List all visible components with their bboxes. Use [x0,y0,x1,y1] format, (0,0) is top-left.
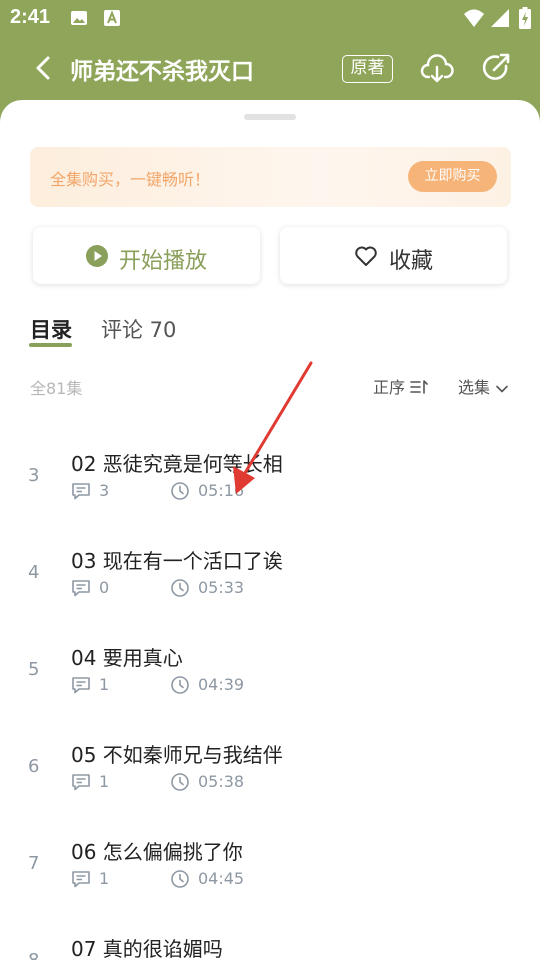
comment-count: 1 [99,675,110,694]
comment-count: 1 [99,772,110,791]
active-tab-indicator [29,343,72,347]
album-detail-sheet: 全集购买，一键畅听！ 立即购买 开始播放 收藏 目录 评论 70 全81集 正序… [0,100,540,960]
episode-title: 07 真的很谄媚吗 [71,937,223,960]
chevron-down-icon [496,385,508,393]
purchase-banner-text: 全集购买，一键畅听！ [50,170,211,189]
comment-icon [72,580,90,597]
episode-row[interactable]: 8 07 真的很谄媚吗 [0,897,540,960]
episode-index: 3 [28,465,40,486]
duration-value: 05:33 [198,578,245,597]
image-icon [71,11,87,25]
comment-icon [72,483,90,500]
episode-total: 全81集 [30,379,83,398]
battery-charging-icon [519,7,531,29]
clock-icon [171,676,189,694]
album-title: 师弟还不杀我灭口 [70,59,254,85]
episode-row[interactable]: 5 04 要用真心 1 04:39 [0,606,540,703]
clock-icon [171,773,189,791]
purchase-banner: 全集购买，一键畅听！ 立即购买 [30,147,511,207]
comment-count: 0 [99,578,110,597]
episode-title: 02 恶徒究竟是何等长相 [71,452,283,476]
episode-title: 04 要用真心 [71,646,183,670]
sort-button[interactable]: 正序 [373,374,428,397]
episode-title: 05 不如秦师兄与我结伴 [71,743,283,767]
clock-icon [171,870,189,888]
heart-icon [355,246,377,266]
comment-icon [72,677,90,694]
buy-now-button[interactable]: 立即购买 [408,161,497,192]
comment-icon [72,774,90,791]
episode-title: 03 现在有一个活口了诶 [71,549,283,573]
share-icon[interactable] [480,52,512,84]
comment-count: 1 [99,869,110,888]
back-icon[interactable] [30,54,58,82]
signal-icon [491,9,509,27]
comment-icon [72,871,90,888]
episode-row[interactable]: 7 06 怎么偏偏挑了你 1 04:45 [0,800,540,897]
duration-value: 04:45 [198,869,245,888]
wifi-icon [464,9,484,27]
episode-index: 4 [28,562,40,583]
clock-icon [171,482,189,500]
start-playing-button[interactable]: 开始播放 [33,227,260,284]
episode-index: 8 [28,950,39,960]
episode-index: 5 [28,659,40,680]
episode-row[interactable]: 4 03 现在有一个活口了诶 0 05:33 [0,509,540,606]
status-bar: 2:41 [0,0,540,36]
top-app-bar: 师弟还不杀我灭口 原著 [0,36,540,102]
duration-value: 05:38 [198,772,245,791]
sort-label: 正序 [373,378,406,397]
tab-catalog[interactable]: 目录 [30,314,72,344]
favorite-button[interactable]: 收藏 [280,227,507,284]
font-icon [104,10,120,26]
sort-order-icon [410,380,428,394]
start-playing-label: 开始播放 [119,249,208,274]
download-cloud-icon[interactable] [420,52,454,86]
comment-count: 3 [99,481,110,500]
episode-index: 6 [28,756,40,777]
select-episodes-button[interactable]: 选集 [458,374,509,397]
favorite-label: 收藏 [389,249,434,274]
tab-comments[interactable]: 评论 70 [101,314,176,344]
duration-value: 04:39 [198,675,245,694]
status-time: 2:41 [10,6,51,28]
original-work-button[interactable]: 原著 [342,55,393,83]
select-episodes-label: 选集 [458,378,491,397]
clock-icon [171,579,189,597]
duration-value: 05:16 [198,481,245,500]
episode-row[interactable]: 6 05 不如秦师兄与我结伴 1 05:38 [0,703,540,800]
drag-handle[interactable] [244,114,296,120]
episode-row[interactable]: 3 02 恶徒究竟是何等长相 3 05:16 [0,412,540,509]
episode-title: 06 怎么偏偏挑了你 [71,840,243,864]
episode-index: 7 [28,853,40,874]
play-icon [86,245,108,267]
